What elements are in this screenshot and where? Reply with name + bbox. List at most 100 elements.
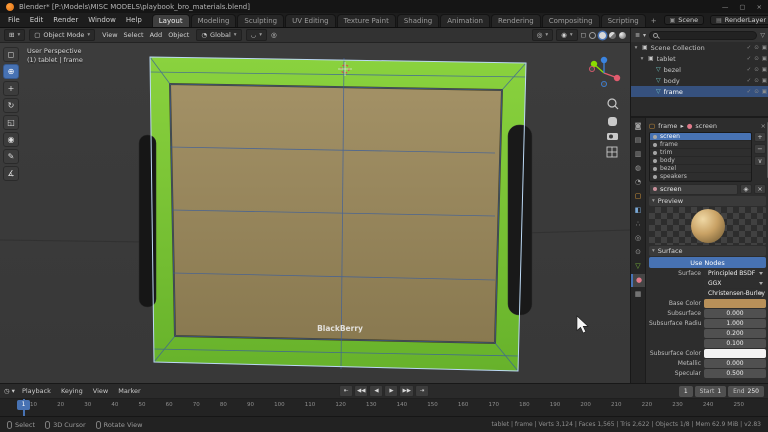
- material-slot-row[interactable]: body: [650, 157, 751, 165]
- property-value-field[interactable]: 0.100: [704, 339, 766, 348]
- timeline-menu-item[interactable]: Marker: [116, 387, 142, 395]
- disclosure-triangle-icon[interactable]: ▾: [639, 56, 645, 62]
- properties-tab[interactable]: ▤: [631, 134, 645, 147]
- timeline-menu-item[interactable]: Keying: [59, 387, 85, 395]
- properties-tab[interactable]: ◧: [631, 204, 645, 217]
- mode-selector[interactable]: ▢ Object Mode ▾: [29, 29, 95, 41]
- properties-tab[interactable]: ∴: [631, 218, 645, 231]
- workspace-tab[interactable]: Compositing: [542, 14, 600, 27]
- fake-user-button[interactable]: ◈: [740, 184, 752, 194]
- properties-tab[interactable]: ▽: [631, 260, 645, 273]
- viewport[interactable]: User Perspective (1) tablet | frame: [0, 43, 630, 383]
- properties-tab[interactable]: ▦: [631, 288, 645, 301]
- transport-button[interactable]: ⇥: [415, 385, 429, 397]
- scene-selector[interactable]: ▣ Scene: [664, 15, 705, 25]
- viewport-menu-item[interactable]: Object: [165, 31, 192, 39]
- checkbox-icon[interactable]: ✓: [747, 45, 752, 51]
- outliner-search-input[interactable]: [649, 31, 757, 40]
- shading-material-button[interactable]: [609, 32, 616, 39]
- disclosure-triangle-icon[interactable]: ▾: [633, 45, 639, 51]
- properties-tab[interactable]: ▢: [631, 190, 645, 203]
- breadcrumb-material[interactable]: screen: [695, 122, 717, 130]
- tablet-screen-mesh[interactable]: [170, 84, 502, 343]
- material-slot-row[interactable]: bezel: [650, 165, 751, 173]
- checkbox-icon[interactable]: ✓: [747, 67, 752, 73]
- properties-tab[interactable]: ◙: [631, 120, 645, 133]
- use-nodes-button[interactable]: Use Nodes: [649, 257, 766, 268]
- material-slot-row[interactable]: screen: [650, 133, 751, 141]
- viewport-menu-item[interactable]: View: [99, 31, 120, 39]
- outliner-item-label[interactable]: bezel: [664, 66, 744, 74]
- menu-item[interactable]: Window: [83, 16, 121, 24]
- tool-button[interactable]: ◻: [3, 47, 19, 62]
- view-layer-selector[interactable]: ▤ RenderLayer: [710, 15, 768, 25]
- workspace-tab[interactable]: Rendering: [491, 14, 541, 27]
- camera-view-icon[interactable]: [607, 133, 618, 140]
- show-overlays-button[interactable]: ◉ ▾: [556, 29, 577, 41]
- render-visibility-icon[interactable]: ▣: [762, 78, 767, 84]
- remove-slot-button[interactable]: −: [754, 144, 766, 154]
- outliner-item-label[interactable]: Scene Collection: [651, 44, 744, 52]
- material-slot-row[interactable]: frame: [650, 141, 751, 149]
- transport-button[interactable]: ▶▶: [400, 385, 414, 397]
- tablet-left-grip-mesh[interactable]: [139, 135, 156, 307]
- workspace-tab[interactable]: Modeling: [191, 14, 237, 27]
- property-value-field[interactable]: 0.200: [704, 329, 766, 338]
- show-gizmo-button[interactable]: ◎ ▾: [532, 29, 553, 41]
- preview-section-header[interactable]: ▾ Preview: [649, 196, 766, 206]
- timeline-menu-item[interactable]: Playback: [20, 387, 53, 395]
- frame-end-field[interactable]: End 250: [728, 386, 764, 397]
- proportional-edit-icon[interactable]: ◎: [271, 31, 277, 39]
- material-name-field[interactable]: screen: [649, 184, 738, 195]
- hide-eye-icon[interactable]: ⊙: [754, 56, 759, 62]
- render-visibility-icon[interactable]: ▣: [762, 56, 767, 62]
- tool-button[interactable]: ◉: [3, 132, 19, 147]
- outliner-item-label[interactable]: frame: [664, 88, 744, 96]
- hide-eye-icon[interactable]: ⊙: [754, 67, 759, 73]
- checkbox-icon[interactable]: ✓: [747, 78, 752, 84]
- unpin-icon[interactable]: ×: [761, 122, 766, 130]
- transport-button[interactable]: ⇤: [339, 385, 353, 397]
- material-slot-row[interactable]: trim: [650, 149, 751, 157]
- menu-item[interactable]: File: [3, 16, 25, 24]
- outliner-editor-icon[interactable]: ≣: [635, 32, 640, 39]
- property-value-field[interactable]: 0.000: [704, 309, 766, 318]
- pan-hand-icon[interactable]: [608, 117, 617, 126]
- xray-toggle-icon[interactable]: ◻: [581, 31, 586, 39]
- property-value-field[interactable]: 0.000: [704, 359, 766, 368]
- workspace-tab[interactable]: Scripting: [601, 14, 646, 27]
- workspace-tab[interactable]: Sculpting: [237, 14, 284, 27]
- timeline-ruler[interactable]: 1020304050607080901001101201301401501601…: [0, 399, 768, 416]
- workspace-tab[interactable]: UV Editing: [285, 14, 336, 27]
- outliner-filter-icon[interactable]: ▽: [760, 32, 765, 39]
- outliner-row[interactable]: ▽ body ✓ ⊙ ▣: [631, 75, 768, 86]
- hide-eye-icon[interactable]: ⊙: [754, 45, 759, 51]
- shading-wireframe-button[interactable]: [589, 32, 596, 39]
- outliner-row[interactable]: ▾ ▣ tablet ✓ ⊙ ▣: [631, 53, 768, 64]
- properties-tab[interactable]: ⊙: [631, 246, 645, 259]
- viewport-menu-item[interactable]: Add: [147, 31, 166, 39]
- transform-orientation-selector[interactable]: ◔ Global ▾: [196, 29, 241, 41]
- navigation-gizmo[interactable]: [589, 57, 620, 87]
- render-visibility-icon[interactable]: ▣: [762, 67, 767, 73]
- properties-tab[interactable]: ◎: [631, 232, 645, 245]
- perspective-toggle-icon[interactable]: [607, 147, 617, 157]
- shading-rendered-button[interactable]: [619, 32, 626, 39]
- hide-eye-icon[interactable]: ⊙: [754, 89, 759, 95]
- maximize-button[interactable]: ▢: [739, 3, 745, 11]
- transport-button[interactable]: ▶: [385, 385, 399, 397]
- playhead-frame-badge[interactable]: 1: [17, 400, 30, 410]
- workspace-tab[interactable]: Animation: [440, 14, 490, 27]
- property-value-field[interactable]: Principled BSDF: [704, 269, 766, 278]
- workspace-tab[interactable]: Layout: [152, 14, 190, 27]
- breadcrumb-object[interactable]: frame: [658, 122, 677, 130]
- menu-item[interactable]: Help: [121, 16, 147, 24]
- outliner-item-label[interactable]: tablet: [657, 55, 744, 63]
- viewport-canvas[interactable]: BlackBerry: [0, 43, 630, 383]
- property-value-field[interactable]: 0.500: [704, 369, 766, 378]
- tool-button[interactable]: ⊕: [3, 64, 19, 79]
- slot-specials-button[interactable]: ∨: [754, 156, 766, 166]
- minimize-button[interactable]: —: [722, 3, 729, 11]
- surface-section-header[interactable]: ▾ Surface: [649, 246, 766, 256]
- transport-button[interactable]: ◀◀: [354, 385, 368, 397]
